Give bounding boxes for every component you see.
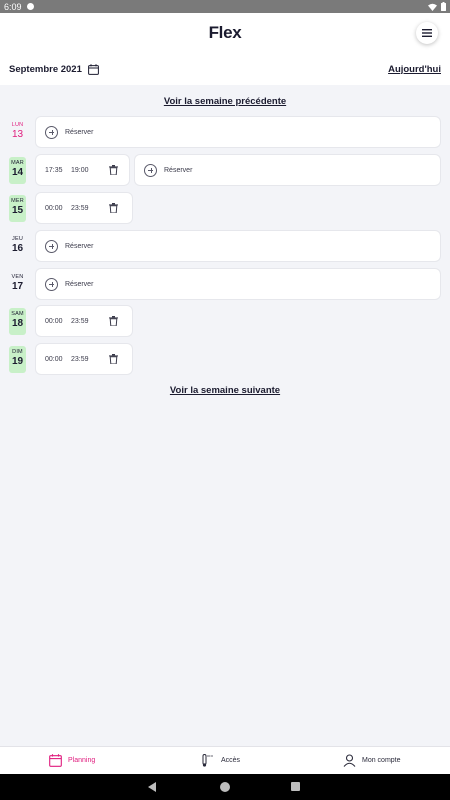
reserve-button[interactable]: Réserver (36, 117, 440, 147)
system-nav-bar (0, 774, 450, 800)
trash-icon[interactable] (109, 203, 118, 213)
nav-access[interactable]: Accès (202, 754, 240, 767)
person-icon (343, 754, 356, 767)
trash-icon[interactable] (109, 316, 118, 326)
day-name: MAR (11, 160, 24, 166)
trash-icon[interactable] (109, 165, 118, 175)
day-badge: MAR 14 (9, 157, 26, 184)
status-bar: 6:09 (0, 0, 450, 13)
day-row-mar: MAR 14 17:35 19:00 Réserver (0, 154, 450, 186)
day-badge: DIM 19 (9, 346, 26, 373)
home-icon[interactable] (220, 782, 230, 792)
booking-slot[interactable]: 00:00 23:59 (36, 193, 132, 223)
reserve-label: Réserver (65, 280, 94, 288)
next-week-link[interactable]: Voir la semaine suivante (0, 385, 450, 396)
slot-start: 00:00 (45, 204, 63, 212)
day-number: 15 (11, 205, 24, 216)
day-number: 13 (11, 129, 24, 140)
day-name: VEN (11, 274, 24, 280)
day-badge: LUN 13 (9, 119, 26, 146)
day-row-dim: DIM 19 00:00 23:59 (0, 343, 450, 375)
day-badge: VEN 17 (9, 271, 26, 298)
reserve-button[interactable]: Réserver (36, 269, 440, 299)
day-number: 17 (11, 281, 24, 292)
nav-account-label: Mon compte (362, 757, 401, 764)
day-name: MER (11, 198, 24, 204)
plus-circle-icon (45, 239, 58, 253)
nav-planning[interactable]: Planning (49, 754, 95, 767)
slot-end: 19:00 (71, 166, 89, 174)
day-row-jeu: JEU 16 Réserver (0, 230, 450, 262)
day-badge: JEU 16 (9, 233, 26, 260)
day-number: 18 (11, 318, 24, 329)
status-time: 6:09 (4, 1, 22, 12)
wifi-icon (428, 3, 437, 11)
day-badge: SAM 18 (9, 308, 26, 335)
day-name: LUN (11, 122, 24, 128)
day-name: DIM (12, 349, 23, 355)
nav-account[interactable]: Mon compte (343, 754, 401, 767)
battery-icon (441, 2, 446, 11)
reserve-label: Réserver (65, 242, 94, 250)
slot-end: 23:59 (71, 317, 89, 325)
thermometer-icon (202, 754, 213, 767)
menu-button[interactable] (416, 22, 438, 44)
plus-circle-icon (45, 125, 58, 139)
app-header: Flex (0, 13, 450, 53)
slot-start: 00:00 (45, 317, 63, 325)
booking-slot[interactable]: 00:00 23:59 (36, 306, 132, 336)
day-number: 16 (11, 243, 24, 254)
slot-start: 00:00 (45, 355, 63, 363)
reserve-button[interactable]: Réserver (36, 231, 440, 261)
day-row-ven: VEN 17 Réserver (0, 268, 450, 300)
month-bar: Septembre 2021 Aujourd'hui (0, 53, 450, 85)
slot-end: 23:59 (71, 355, 89, 363)
reserve-label: Réserver (164, 166, 193, 174)
day-badge: MER 15 (9, 195, 26, 222)
day-row-sam: SAM 18 00:00 23:59 (0, 305, 450, 337)
day-name: SAM (11, 311, 24, 317)
plus-circle-icon (144, 163, 157, 177)
booking-slot[interactable]: 00:00 23:59 (36, 344, 132, 374)
calendar-icon[interactable] (87, 63, 99, 75)
nav-planning-label: Planning (68, 757, 96, 764)
reserve-button[interactable]: Réserver (135, 155, 440, 185)
day-number: 19 (11, 356, 24, 367)
reserve-label: Réserver (65, 128, 94, 136)
today-link[interactable]: Aujourd'hui (388, 64, 441, 75)
trash-icon[interactable] (109, 354, 118, 364)
month-label[interactable]: Septembre 2021 (9, 64, 82, 75)
nav-access-label: Accès (221, 757, 241, 764)
day-number: 14 (11, 167, 24, 178)
notification-icon (26, 3, 34, 10)
back-icon[interactable] (148, 782, 156, 792)
recent-apps-icon[interactable] (291, 782, 300, 791)
day-row-lun: LUN 13 Réserver (0, 116, 450, 148)
slot-start: 17:35 (45, 166, 63, 174)
day-row-mer: MER 15 00:00 23:59 (0, 192, 450, 224)
brand-logo: Flex (208, 23, 242, 42)
booking-slot[interactable]: 17:35 19:00 (36, 155, 129, 185)
bottom-nav: Planning Accès Mon compte (0, 746, 450, 774)
plus-circle-icon (45, 277, 58, 291)
slot-end: 23:59 (71, 204, 89, 212)
hamburger-icon (422, 29, 432, 37)
previous-week-link[interactable]: Voir la semaine précédente (0, 96, 450, 107)
day-name: JEU (12, 236, 23, 242)
calendar-icon (49, 754, 62, 767)
